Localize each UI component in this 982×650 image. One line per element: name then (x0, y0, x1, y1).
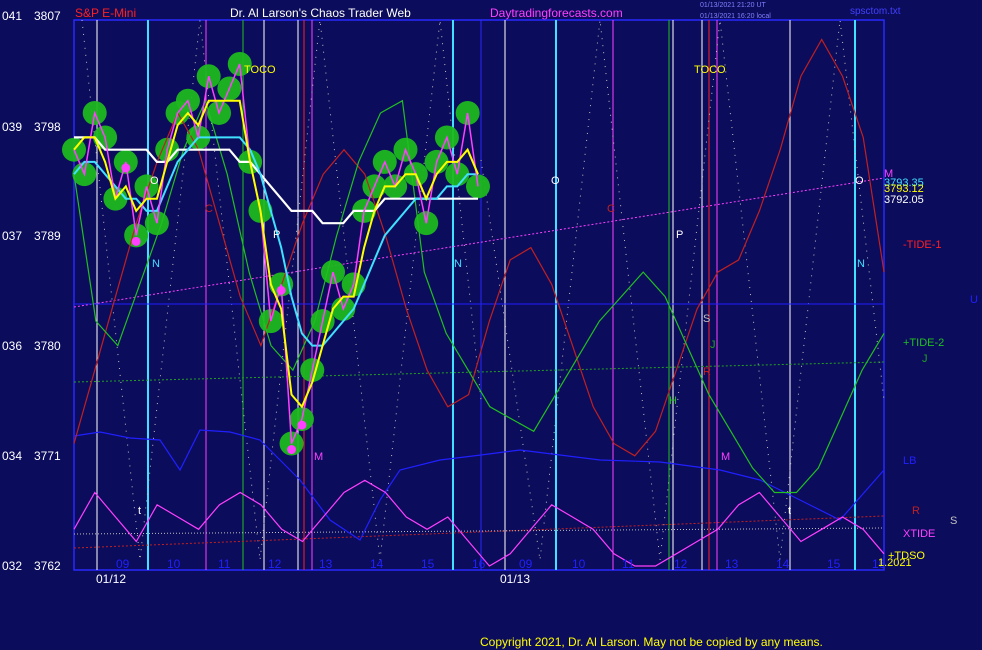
chart-title: Dr. Al Larson's Chaos Trader Web (230, 6, 411, 20)
annotation-label: O (855, 175, 864, 187)
chart: S&P E-Mini Dr. Al Larson's Chaos Trader … (0, 0, 982, 650)
annotation-label: TOCO (694, 64, 726, 76)
timestamp-local: 01/13/2021 16:20 local (700, 13, 771, 20)
y-tick-price: 3789 (34, 229, 61, 243)
right-label-price: 3792.05 (884, 194, 924, 206)
annotation-label: N (454, 258, 462, 270)
y-tick-price: 3807 (34, 9, 61, 23)
right-label-r: R (912, 505, 920, 517)
annotation-label: TOCO (244, 64, 276, 76)
annotation-label: O (551, 175, 560, 187)
y-tick-code: 032 (2, 559, 22, 573)
x-tick-label: 15 (827, 557, 841, 571)
annotation-label: N (857, 258, 865, 270)
annotation-label: M (721, 451, 730, 463)
x-tick-label: 10 (167, 557, 181, 571)
low-marker-dot (131, 236, 141, 246)
annotation-label: H (669, 395, 677, 407)
annotation-label: C (607, 203, 615, 215)
y-tick-price: 3762 (34, 559, 61, 573)
right-label-j: J (922, 353, 928, 365)
annotation-label: O (150, 175, 159, 187)
x-tick-label: 14 (370, 557, 384, 571)
y-tick-code: 039 (2, 120, 22, 134)
annotation-label: M (314, 451, 323, 463)
y-tick-code: 034 (2, 449, 22, 463)
instrument-title: S&P E-Mini (75, 6, 136, 20)
x-tick-label: 15 (421, 557, 435, 571)
annotation-label: t (788, 505, 791, 517)
x-tick-label: 16 (472, 557, 486, 571)
annotation-label: P (273, 229, 280, 241)
x-tick-label: 11 (218, 557, 231, 571)
annotation-label: R (703, 366, 711, 378)
y-tick-code: 036 (2, 339, 22, 353)
right-label-lb: LB (903, 455, 916, 467)
file-name: spsctom.txt (850, 6, 901, 17)
right-label-s: S (950, 515, 957, 527)
annotation-label: N (152, 258, 160, 270)
right-label-tide1: -TIDE-1 (903, 239, 942, 251)
low-marker-dot (287, 445, 297, 455)
x-tick-label: 12 (674, 557, 688, 571)
low-marker-dot (121, 163, 131, 173)
right-label-u: U (970, 294, 978, 306)
y-tick-price: 3771 (34, 449, 61, 463)
y-tick-code: 041 (2, 9, 22, 23)
right-label-xtide: XTIDE (903, 528, 935, 540)
low-marker-dot (276, 285, 286, 295)
x-tick-label: 13 (725, 557, 739, 571)
x-tick-label: 13 (319, 557, 333, 571)
y-tick-price: 3798 (34, 120, 61, 134)
site-link[interactable]: Daytradingforecasts.com (490, 6, 623, 20)
copyright: Copyright 2021, Dr. Al Larson. May not b… (480, 635, 823, 649)
annotation-label: P (676, 229, 683, 241)
x-tick-label: 10 (572, 557, 586, 571)
date-label: 01/13 (500, 572, 530, 586)
right-label-tide2: +TIDE-2 (903, 337, 944, 349)
low-marker-dot (297, 420, 307, 430)
date-label: 01/12 (96, 572, 126, 586)
x-tick-label: 09 (519, 557, 533, 571)
price-glow-dot (466, 174, 490, 199)
x-tick-label: 14 (776, 557, 790, 571)
y-tick-code: 037 (2, 229, 22, 243)
annotation-label: t (138, 505, 141, 517)
right-label-year: 1.2021 (878, 557, 912, 569)
y-tick-price: 3780 (34, 339, 61, 353)
annotation-label: J (710, 339, 716, 351)
annotation-label: S (703, 313, 710, 325)
x-tick-label: 09 (116, 557, 130, 571)
timestamp-utc: 01/13/2021 21:20 UT (700, 2, 766, 9)
x-tick-label: 12 (268, 557, 282, 571)
x-tick-label: 11 (622, 557, 635, 571)
annotation-label: C (205, 203, 213, 215)
